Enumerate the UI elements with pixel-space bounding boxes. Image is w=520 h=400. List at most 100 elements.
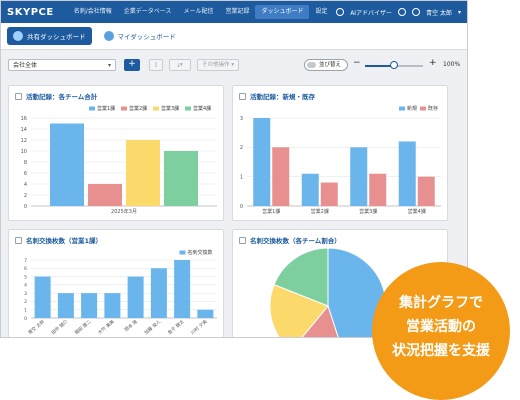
download-button[interactable]: ⤓▾ <box>169 59 191 71</box>
nav-item-dashboard[interactable]: ダッシュボード <box>255 5 310 19</box>
y-tick-label: 3 <box>24 291 27 297</box>
legend-label: 営業2課 <box>129 105 147 112</box>
chevron-down-icon[interactable]: ▾ <box>458 9 461 16</box>
nav-item-company-db[interactable]: 企業データベース <box>118 5 178 19</box>
bar <box>320 182 338 206</box>
bell-icon[interactable] <box>398 8 407 16</box>
x-tick-label: 金子 健太 <box>166 318 186 336</box>
bar <box>398 141 416 206</box>
dashboard-toolbar: 会社全体 ▾ + ▯ ⤓▾ その他操作 ▾ 並び替え − + 100% <box>1 55 467 75</box>
tab-my-dashboard[interactable]: マイダッシュボード <box>98 27 182 45</box>
y-tick-label: 2 <box>24 193 27 199</box>
top-navigation-bar: SKYPCE 名刺/会社情報 企業データベース メール配信 営業記録 ダッシュボ… <box>1 1 467 23</box>
help-icon[interactable] <box>412 8 421 16</box>
app-logo: SKYPCE <box>7 6 54 18</box>
bar <box>104 293 121 318</box>
chevron-down-icon: ▾ <box>107 62 111 69</box>
download-icon: ⤓▾ <box>177 62 183 68</box>
panel-card-exchange-team1: 名刺交換枚数（営業1課） 名刺交換数 0 1 2 3 4 5 6 7 青空 太郎 田中 健介 堀田 康… <box>8 229 224 337</box>
zoom-in-button[interactable]: + <box>429 58 437 68</box>
y-tick-label: 0 <box>240 204 243 210</box>
x-tick-label: 2025年3月 <box>111 208 137 215</box>
bar <box>301 173 319 206</box>
gear-icon[interactable] <box>336 8 345 16</box>
bar-chart-team-total: 営業1課 営業2課 営業3課 営業4課 0 2 4 6 8 10 12 14 16 2025年3月 <box>21 105 217 215</box>
user-icon <box>103 31 114 41</box>
promo-line-2: 営業活動の <box>406 319 476 335</box>
y-tick-label: 1 <box>24 308 27 314</box>
zoom-slider-track[interactable] <box>394 65 423 67</box>
legend-swatch <box>179 250 186 255</box>
legend-swatch <box>185 106 191 111</box>
nav-item-cards[interactable]: 名刺/会社情報 <box>68 5 118 19</box>
y-tick-label: 10 <box>21 149 27 155</box>
bar <box>253 118 271 206</box>
sort-toggle[interactable]: 並び替え <box>304 59 348 71</box>
tab-shared-dashboard[interactable]: 共有ダッシュボード <box>7 27 92 45</box>
legend-swatch <box>420 106 426 111</box>
y-tick-label: 7 <box>24 258 27 264</box>
company-select[interactable]: 会社全体 ▾ <box>8 59 116 71</box>
promo-line-3: 状況把握を支援 <box>392 343 490 359</box>
bar <box>417 176 435 206</box>
promo-line-1: 集計グラフで <box>399 295 483 311</box>
y-tick-label: 5 <box>24 274 27 280</box>
bar <box>272 147 290 206</box>
bar <box>81 293 98 318</box>
y-tick-label: 2 <box>240 145 243 151</box>
zoom-value: 100% <box>443 61 461 68</box>
bar <box>34 276 51 318</box>
y-tick-label: 4 <box>24 283 27 289</box>
panel-activity-team-total: 活動記録：各チーム合計 営業1課 営業2課 営業3課 営業4課 0 2 4 6 8 10 12 14 1… <box>8 85 224 221</box>
bar <box>174 260 191 318</box>
x-tick-label: 営業2課 <box>311 208 329 215</box>
legend-label: 営業1課 <box>97 105 115 112</box>
legend-label: 既存 <box>428 105 438 112</box>
y-tick-label: 14 <box>21 127 27 133</box>
bar <box>127 276 144 318</box>
nav-item-settings[interactable]: 設定 <box>309 5 333 19</box>
y-tick-label: 6 <box>24 171 27 177</box>
zoom-slider-handle[interactable] <box>390 61 398 69</box>
y-tick-label: 6 <box>24 266 27 272</box>
x-tick-label: 青空 太郎 <box>27 318 47 336</box>
x-tick-label: 岡本 隆 <box>123 318 139 333</box>
delete-button[interactable]: ▯ <box>149 59 163 71</box>
main-nav: 名刺/会社情報 企業データベース メール配信 営業記録 ダッシュボード 設定 <box>68 1 334 23</box>
nav-item-sales-records[interactable]: 営業記録 <box>219 5 255 19</box>
trash-icon: ▯ <box>154 62 158 68</box>
company-select-value: 会社全体 <box>13 62 38 69</box>
other-ops-button[interactable]: その他操作 ▾ <box>197 59 239 71</box>
promo-badge-text: 集計グラフで 営業活動の 状況把握を支援 <box>372 291 510 363</box>
legend-label: 名刺交換数 <box>188 249 213 256</box>
y-tick-label: 4 <box>24 182 27 188</box>
y-tick-label: 1 <box>240 174 243 180</box>
ai-advisor-link[interactable]: AIアドバイザー <box>350 8 392 17</box>
users-icon <box>13 31 23 41</box>
x-tick-label: 加藤 俊人 <box>143 318 163 336</box>
y-tick-label: 3 <box>240 116 243 122</box>
x-tick-label: 営業4課 <box>408 208 426 215</box>
bar <box>88 184 122 206</box>
toggle-knob <box>307 62 316 68</box>
bar <box>350 147 368 206</box>
legend-label: 新規 <box>407 105 417 112</box>
zoom-out-button[interactable]: − <box>353 58 361 68</box>
user-name[interactable]: 青空 太郎 <box>426 8 452 17</box>
y-tick-label: 0 <box>24 204 27 210</box>
nav-item-mail[interactable]: メール配信 <box>177 5 219 19</box>
bar <box>126 140 160 206</box>
legend-label: 営業3課 <box>161 105 179 112</box>
legend-swatch <box>153 106 159 111</box>
x-tick-label: 堀田 康二 <box>73 318 93 336</box>
other-ops-label: その他操作 <box>201 62 230 68</box>
x-tick-label: 田中 健介 <box>50 318 70 336</box>
bar <box>57 293 74 318</box>
user-area: AIアドバイザー 青空 太郎 ▾ <box>336 1 461 23</box>
x-tick-label: 営業3課 <box>359 208 377 215</box>
add-widget-button[interactable]: + <box>124 59 140 71</box>
bar-chart-card-exchange: 名刺交換数 0 1 2 3 4 5 6 7 青空 太郎 田中 健介 堀田 康二 大竹 美美 岡本 隆加藤 … <box>24 249 217 336</box>
promo-badge: 集計グラフで 営業活動の 状況把握を支援 <box>372 262 510 400</box>
tab-shared-label: 共有ダッシュボード <box>27 33 86 41</box>
y-tick-label: 12 <box>21 138 27 144</box>
